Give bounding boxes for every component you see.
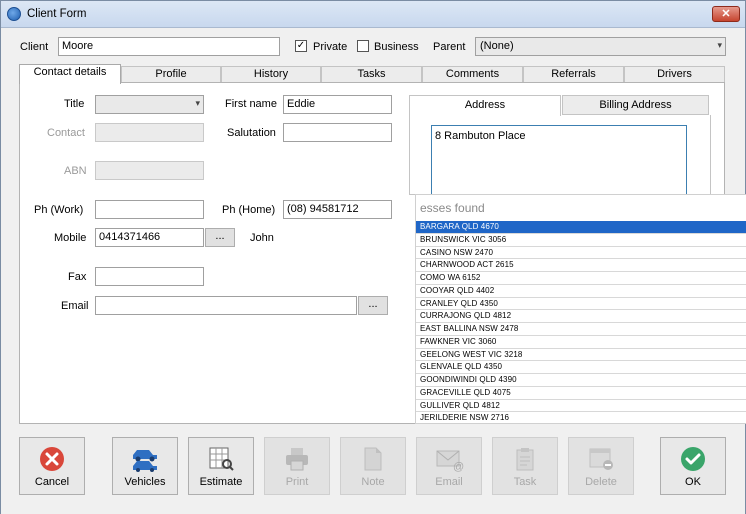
tab-history[interactable]: History	[221, 66, 321, 83]
firstname-label: First name	[225, 98, 277, 110]
vehicles-button-label: Vehicles	[124, 476, 166, 488]
tab-contact-details[interactable]: Contact details	[19, 64, 121, 84]
private-label: Private	[313, 41, 348, 53]
ok-button[interactable]: OK	[660, 437, 726, 495]
suggestion-item[interactable]: BARGARA QLD 4670	[416, 221, 746, 234]
suggestion-item[interactable]: GEELONG WEST VIC 3218	[416, 349, 746, 362]
print-button[interactable]: Print	[264, 437, 330, 495]
note-button[interactable]: Note	[340, 437, 406, 495]
cancel-button[interactable]: Cancel	[19, 437, 85, 495]
title-label: Title	[64, 98, 85, 110]
private-checkbox[interactable]: ✓	[295, 40, 307, 52]
client-input[interactable]: Moore	[58, 37, 280, 56]
app-icon	[7, 7, 21, 21]
phhome-input[interactable]: (08) 94581712	[283, 200, 392, 219]
mobile-lookup-button[interactable]: ...	[205, 228, 235, 247]
suggestion-item[interactable]: BRUNSWICK VIC 3056	[416, 234, 746, 247]
suggestion-item[interactable]: CURRAJONG QLD 4812	[416, 310, 746, 323]
email-button-label: Email	[435, 476, 463, 488]
email-label: Email	[61, 300, 89, 312]
suggestions-header: esses found	[420, 201, 485, 215]
email-icon: @	[436, 450, 464, 472]
phwork-label: Ph (Work)	[34, 204, 84, 216]
email-button[interactable]: @ Email	[416, 437, 482, 495]
abn-input	[95, 161, 204, 180]
estimate-icon	[209, 447, 234, 471]
suggestions-list: BARGARA QLD 4670 BRUNSWICK VIC 3056 CASINO…	[416, 221, 746, 423]
client-label: Client	[20, 41, 49, 53]
email-input[interactable]	[95, 296, 357, 315]
cancel-button-label: Cancel	[34, 476, 70, 488]
estimate-button-label: Estimate	[199, 476, 243, 488]
suggestion-item[interactable]: GLENVALE QLD 4350	[416, 361, 746, 374]
salutation-label: Salutation	[227, 127, 276, 139]
task-button-label: Task	[513, 476, 537, 488]
svg-text:@: @	[453, 461, 464, 472]
print-button-label: Print	[285, 476, 309, 488]
chevron-down-icon: ▾	[195, 98, 200, 108]
tab-profile[interactable]: Profile	[121, 66, 221, 83]
client-form-window: Client Form ✕ Client Moore ✓ Private Bus…	[0, 0, 746, 514]
salutation-input[interactable]	[283, 123, 392, 142]
business-label: Business	[374, 41, 419, 53]
suggestion-item[interactable]: CHARNWOOD ACT 2615	[416, 259, 746, 272]
chevron-down-icon: ▾	[717, 40, 722, 50]
suggestion-item[interactable]: CRANLEY QLD 4350	[416, 298, 746, 311]
phwork-input[interactable]	[95, 200, 204, 219]
address-suggestions-popup: esses found BARGARA QLD 4670 BRUNSWICK VI…	[415, 194, 746, 424]
mobile-label: Mobile	[54, 232, 87, 244]
tab-referrals[interactable]: Referrals	[523, 66, 624, 83]
ok-button-label: OK	[685, 476, 701, 488]
parent-label: Parent	[433, 41, 466, 53]
tab-tasks[interactable]: Tasks	[321, 66, 422, 83]
delete-button-label: Delete	[585, 476, 617, 488]
suggestion-item[interactable]: GOONDIWINDI QLD 4390	[416, 374, 746, 387]
suggestion-item[interactable]: FAWKNER VIC 3060	[416, 336, 746, 349]
suggestion-item[interactable]: EAST BALLINA NSW 2478	[416, 323, 746, 336]
clipboard-icon	[516, 448, 534, 471]
checkmark-icon: ✓	[296, 40, 306, 51]
suggestion-item[interactable]: GRACEVILLE QLD 4075	[416, 387, 746, 400]
business-checkbox[interactable]	[357, 40, 369, 52]
mobile-input[interactable]: 0414371466	[95, 228, 204, 247]
printer-icon	[286, 448, 308, 471]
suggestion-item[interactable]: COMO WA 6152	[416, 272, 746, 285]
firstname-input[interactable]: Eddie	[283, 95, 392, 114]
contact-label: Contact	[47, 127, 85, 139]
abn-label: ABN	[64, 165, 87, 177]
parent-select[interactable]: (None) ▾	[475, 37, 726, 56]
tab-comments[interactable]: Comments	[422, 66, 523, 83]
vehicles-button[interactable]: Vehicles	[112, 437, 178, 495]
estimate-button[interactable]: Estimate	[188, 437, 254, 495]
cancel-icon	[40, 447, 64, 471]
address-textarea[interactable]: 8 Rambuton Place	[431, 125, 687, 195]
close-window-button[interactable]: ✕	[712, 6, 740, 22]
ok-check-icon	[681, 447, 705, 471]
suggestion-item[interactable]: JERILDERIE NSW 2716	[416, 412, 746, 423]
delete-button[interactable]: Delete	[568, 437, 634, 495]
fax-input[interactable]	[95, 267, 204, 286]
note-button-label: Note	[361, 476, 385, 488]
window-title: Client Form	[27, 8, 87, 20]
vehicles-icon	[133, 450, 157, 472]
title-bar: Client Form ✕	[1, 1, 745, 28]
parent-select-value: (None)	[480, 40, 514, 52]
mobile-name-label: John	[250, 232, 274, 244]
suggestion-item[interactable]: GULLIVER QLD 4812	[416, 400, 746, 413]
delete-icon	[589, 448, 613, 470]
title-select[interactable]: ▾	[95, 95, 204, 114]
tab-drivers[interactable]: Drivers	[624, 66, 725, 83]
tab-address[interactable]: Address	[409, 95, 561, 116]
phhome-label: Ph (Home)	[222, 204, 276, 216]
fax-label: Fax	[68, 271, 87, 283]
task-button[interactable]: Task	[492, 437, 558, 495]
contact-input	[95, 123, 204, 142]
suggestion-item[interactable]: COOYAR QLD 4402	[416, 285, 746, 298]
main-tabs: Contact details Profile History Tasks Co…	[19, 64, 725, 84]
suggestion-item[interactable]: CASINO NSW 2470	[416, 247, 746, 260]
email-lookup-button[interactable]: ...	[358, 296, 388, 315]
note-icon	[364, 447, 382, 471]
tab-billing-address[interactable]: Billing Address	[562, 95, 709, 115]
